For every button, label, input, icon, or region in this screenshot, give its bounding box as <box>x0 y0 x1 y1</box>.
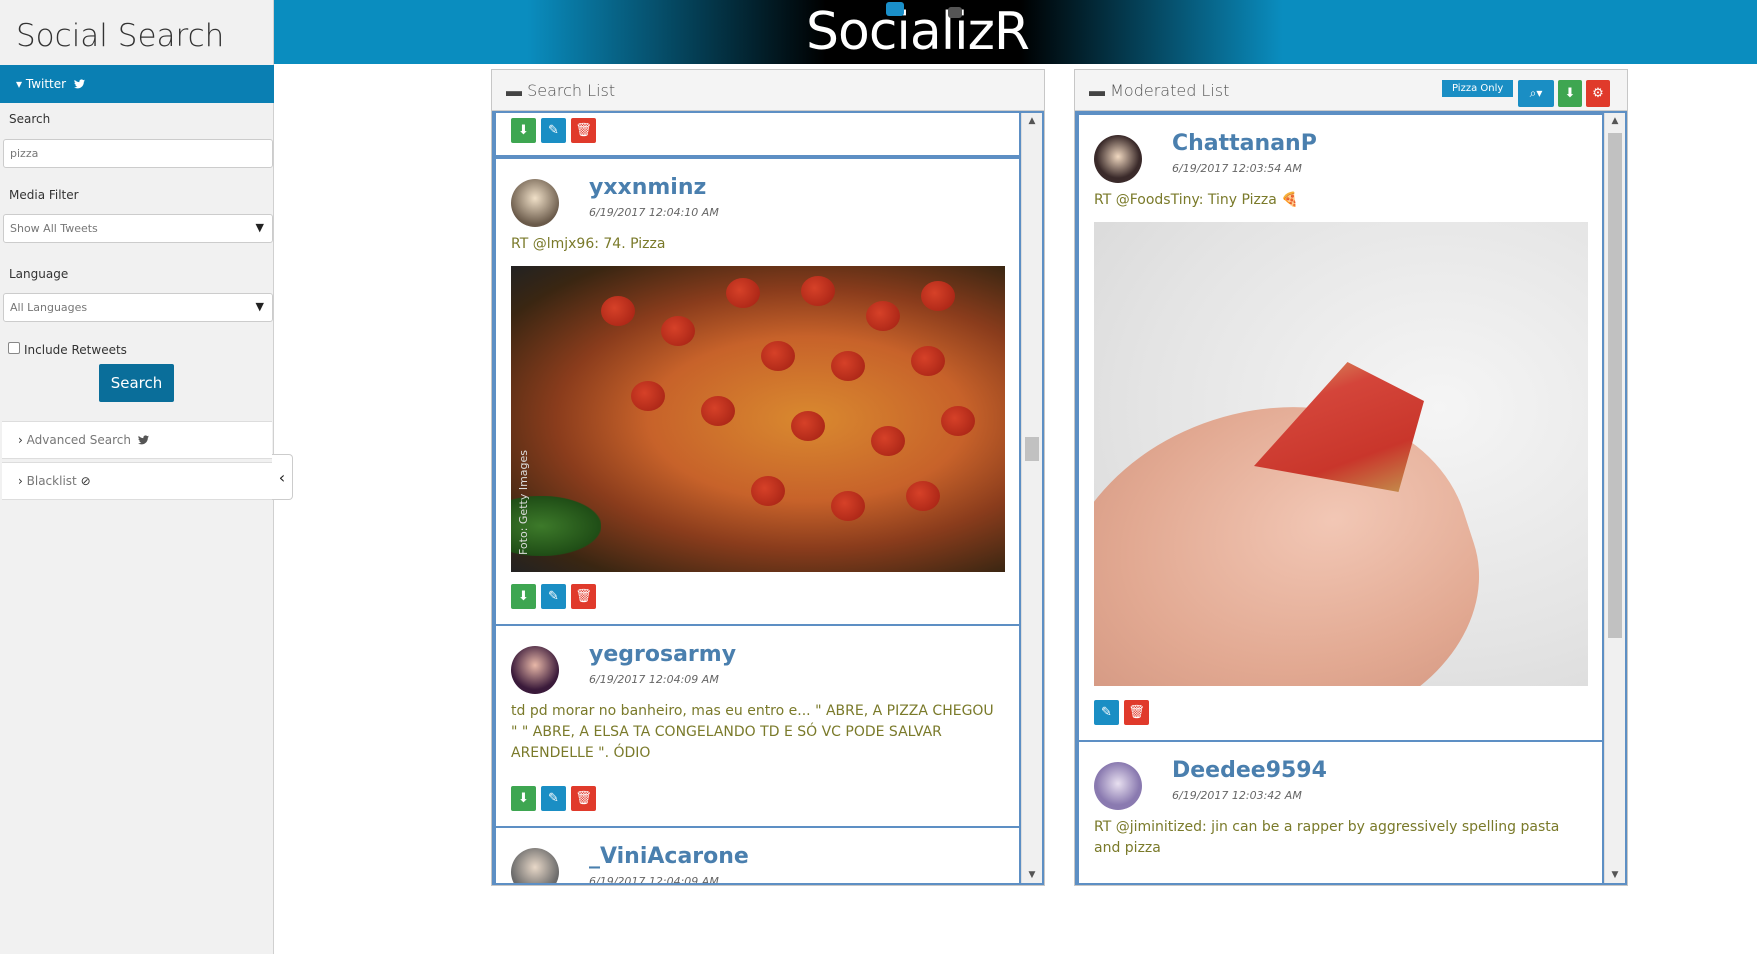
chevron-right-icon: › <box>18 474 23 488</box>
download-icon[interactable]: ⬇ <box>511 118 536 143</box>
tweet-media-image[interactable]: Foto: Getty Images <box>511 266 1005 572</box>
tweet-username[interactable]: _ViniAcarone <box>589 844 749 869</box>
tweet-text: RT @FoodsTiny: Tiny Pizza 🍕 <box>1094 192 1299 208</box>
collapse-sidebar-button[interactable]: ‹ <box>272 454 293 500</box>
moderated-list-body[interactable]: ChattananP 6/19/2017 12:03:54 AM RT @Foo… <box>1075 111 1627 885</box>
tweet-date: 6/19/2017 12:03:54 AM <box>1172 162 1302 175</box>
tweet-card: yegrosarmy 6/19/2017 12:04:09 AM td pd m… <box>494 624 1021 828</box>
chevron-left-icon: ‹ <box>278 468 286 487</box>
tweet-username[interactable]: yxxnminz <box>589 175 706 200</box>
avatar <box>511 848 559 883</box>
app-logo: SocializR <box>806 0 1030 64</box>
chevron-right-icon: › <box>18 433 23 447</box>
dropdown-caret-icon: ▼ <box>255 300 264 313</box>
download-icon[interactable]: ⬇ <box>511 584 536 609</box>
pencil-icon[interactable]: ✎ <box>541 786 566 811</box>
search-button[interactable]: Search <box>99 364 174 402</box>
chevron-down-icon: ▾ <box>1536 86 1543 100</box>
search-list-body[interactable]: ⬇ ✎ 🗑 yxxnminz 6/19/2017 12:04:10 AM RT … <box>492 111 1044 885</box>
search-filter-button[interactable]: ⌕▾ <box>1518 80 1554 107</box>
blacklist-label: Blacklist <box>26 474 77 488</box>
include-retweets-checkbox[interactable] <box>8 342 20 354</box>
media-filter-label: Media Filter <box>9 188 79 202</box>
sidebar-title: Social Search <box>16 18 225 54</box>
search-input-value: pizza <box>10 147 39 160</box>
search-list-title: Search List <box>527 81 616 100</box>
twitter-tab[interactable]: ▾ Twitter <box>0 65 274 103</box>
advanced-search-label: Advanced Search <box>26 433 131 447</box>
tweet-text: td pd morar no banheiro, mas eu entro e.… <box>511 703 994 761</box>
tweet-card: ChattananP 6/19/2017 12:03:54 AM RT @Foo… <box>1077 113 1604 742</box>
tweet-card: _ViniAcarone 6/19/2017 12:04:09 AM <box>494 826 1021 885</box>
scroll-down-icon[interactable]: ▼ <box>1022 870 1042 880</box>
language-select[interactable]: All Languages ▼ <box>3 293 273 322</box>
search-input[interactable]: pizza <box>3 139 273 168</box>
trash-icon[interactable]: 🗑 <box>571 584 596 609</box>
chevron-down-icon: ▾ <box>16 77 26 91</box>
comment-icon: ▬ <box>506 81 522 100</box>
gear-icon[interactable]: ⚙ <box>1586 80 1610 107</box>
tweet-card: ⬇ ✎ 🗑 <box>494 113 1021 157</box>
logo-text: SocializR <box>806 2 1030 62</box>
tweet-date: 6/19/2017 12:04:10 AM <box>589 206 719 219</box>
scroll-up-icon[interactable]: ▲ <box>1022 116 1042 126</box>
dropdown-caret-icon: ▼ <box>255 221 264 234</box>
tweet-username[interactable]: ChattananP <box>1172 131 1317 156</box>
image-caption: Foto: Getty Images <box>517 449 531 556</box>
pizza-only-badge[interactable]: Pizza Only <box>1442 80 1514 97</box>
blacklist-row[interactable]: › Blacklist ⊘ <box>2 462 272 500</box>
logo-chat-bubble-icon <box>886 2 904 16</box>
moderated-list-scrollbar[interactable]: ▲ ▼ <box>1604 113 1625 883</box>
avatar <box>1094 762 1142 810</box>
sidebar: Social Search ▾ Twitter Search pizza Med… <box>0 0 274 954</box>
tweet-date: 6/19/2017 12:04:09 AM <box>589 875 719 885</box>
search-label: Search <box>9 112 51 126</box>
tweet-date: 6/19/2017 12:04:09 AM <box>589 673 719 686</box>
language-value: All Languages <box>10 301 88 314</box>
search-list-panel: ▬ Search List ⬇ ✎ 🗑 yxxnminz 6/19/2017 1… <box>491 69 1045 886</box>
twitter-icon <box>73 79 85 89</box>
tweet-username[interactable]: yegrosarmy <box>589 642 736 667</box>
advanced-search-row[interactable]: › Advanced Search <box>2 421 272 459</box>
avatar <box>511 179 559 227</box>
download-icon[interactable]: ⬇ <box>511 786 536 811</box>
tweet-card: yxxnminz 6/19/2017 12:04:10 AM RT @lmjx9… <box>494 157 1021 626</box>
search-list-scrollbar[interactable]: ▲ ▼ <box>1021 113 1042 883</box>
scroll-thumb[interactable] <box>1608 133 1622 638</box>
tweet-username[interactable]: Deedee9594 <box>1172 758 1327 783</box>
pencil-icon[interactable]: ✎ <box>541 584 566 609</box>
avatar <box>1094 135 1142 183</box>
tweet-date: 6/19/2017 12:03:42 AM <box>1172 789 1302 802</box>
media-filter-select[interactable]: Show All Tweets ▼ <box>3 214 273 243</box>
twitter-icon <box>137 435 149 445</box>
tweet-card: Deedee9594 6/19/2017 12:03:42 AM RT @jim… <box>1077 740 1604 883</box>
twitter-tab-label: Twitter <box>25 77 67 91</box>
ban-icon: ⊘ <box>80 474 91 488</box>
media-filter-value: Show All Tweets <box>10 222 98 235</box>
language-label: Language <box>9 267 69 281</box>
tweet-text: RT @jiminitized: jin can be a rapper by … <box>1094 819 1560 856</box>
pencil-icon[interactable]: ✎ <box>541 118 566 143</box>
comment-icon: ▬ <box>1089 81 1105 100</box>
trash-icon[interactable]: 🗑 <box>571 118 596 143</box>
pencil-icon[interactable]: ✎ <box>1094 700 1119 725</box>
tweet-text: RT @lmjx96: 74. Pizza <box>511 236 666 252</box>
moderated-list-panel: ▬ Moderated List Pizza Only ⌕▾ ⬇ ⚙ Chatt… <box>1074 69 1628 886</box>
download-icon[interactable]: ⬇ <box>1558 80 1582 107</box>
include-retweets-label: Include Retweets <box>24 343 127 357</box>
logo-chat-bubble-icon <box>948 7 962 18</box>
moderated-list-title: Moderated List <box>1110 81 1230 100</box>
tweet-media-image[interactable] <box>1094 222 1588 686</box>
trash-icon[interactable]: 🗑 <box>571 786 596 811</box>
trash-icon[interactable]: 🗑 <box>1124 700 1149 725</box>
search-list-header: ▬ Search List <box>492 70 1044 111</box>
scroll-up-icon[interactable]: ▲ <box>1605 116 1625 126</box>
avatar <box>511 646 559 694</box>
scroll-down-icon[interactable]: ▼ <box>1605 870 1625 880</box>
scroll-thumb[interactable] <box>1025 437 1039 461</box>
